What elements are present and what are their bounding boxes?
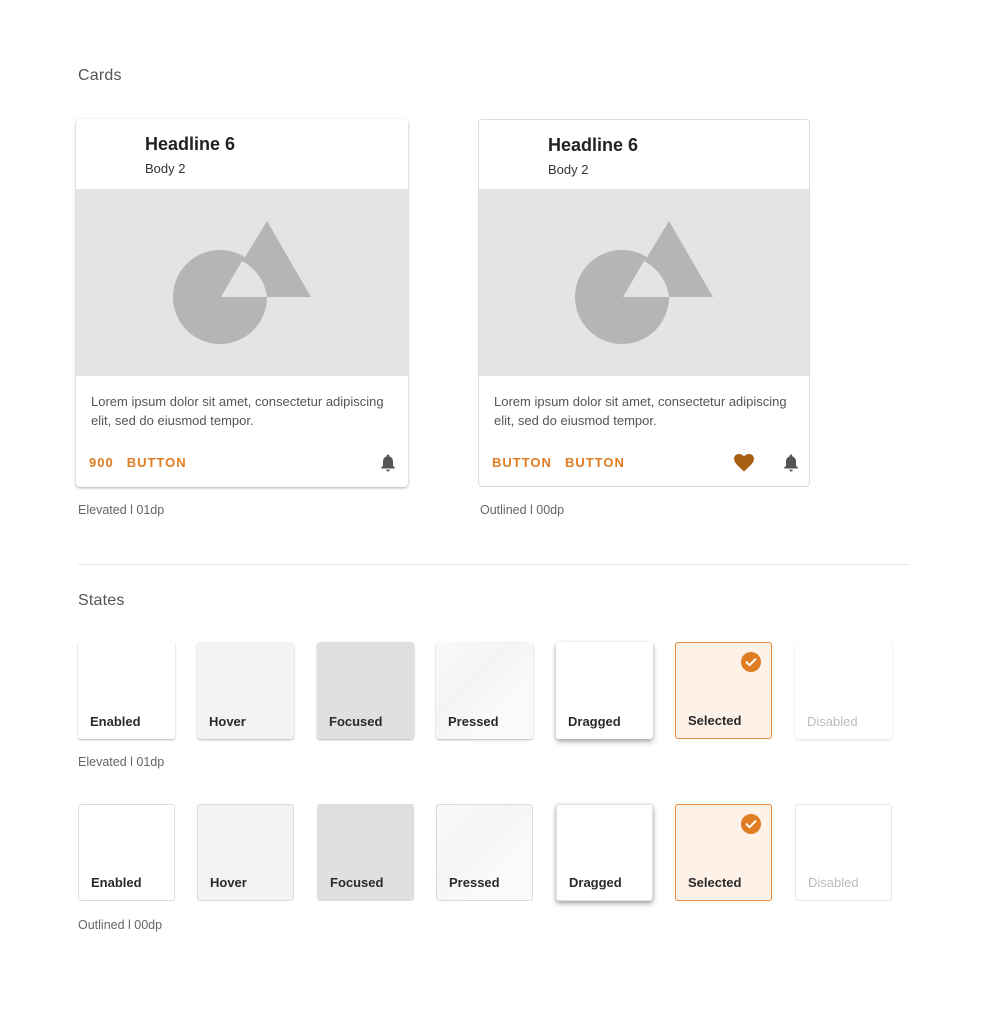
tile-label: Focused [330, 875, 384, 890]
heart-icon[interactable] [734, 453, 754, 473]
row-caption: Elevated l 01dp [78, 755, 165, 769]
card-supporting-text: Lorem ipsum dolor sit amet, consectetur … [494, 394, 787, 428]
check-circle-icon [741, 652, 761, 672]
card-supporting-text: Lorem ipsum dolor sit amet, consectetur … [91, 394, 384, 428]
card-caption: Outlined l 00dp [480, 503, 565, 517]
state-tile-selected[interactable]: Selected [675, 642, 772, 739]
tile-label: Enabled [91, 875, 142, 890]
tile-label: Focused [329, 714, 383, 729]
tile-label: Enabled [90, 714, 141, 729]
tile-label: Disabled [807, 714, 858, 729]
tile-label: Selected [688, 875, 742, 890]
state-tile-disabled: Disabled [795, 804, 892, 901]
row-caption: Outlined l 00dp [78, 918, 163, 932]
section-divider [78, 564, 910, 565]
states-section-title: States [78, 592, 125, 609]
card-media [479, 189, 809, 376]
state-tile-enabled[interactable]: Enabled [78, 804, 175, 901]
action-button[interactable]: BUTTON [492, 455, 552, 470]
tile-label: Pressed [449, 875, 500, 890]
card-body: Body 2 [548, 162, 589, 177]
elevated-card[interactable]: Headline 6 Body 2 Lorem ipsum dolor sit … [76, 119, 408, 487]
image-placeholder-icon [575, 221, 713, 344]
state-tile-dragged[interactable]: Dragged [556, 804, 653, 901]
card-body: Body 2 [145, 161, 186, 176]
state-tile-hover[interactable]: Hover [197, 804, 294, 901]
state-tile-dragged[interactable]: Dragged [556, 642, 653, 739]
tile-label: Disabled [808, 875, 859, 890]
state-tile-focused[interactable]: Focused [317, 642, 414, 739]
card-media [76, 189, 408, 376]
state-tile-focused[interactable]: Focused [317, 804, 414, 901]
cards-section-title: Cards [78, 67, 122, 84]
check-circle-icon [741, 814, 761, 834]
card-actions: 900 BUTTON [89, 455, 187, 470]
tile-label: Selected [688, 713, 742, 728]
card-caption: Elevated l 01dp [78, 503, 165, 517]
state-tile-pressed[interactable]: Pressed [436, 804, 533, 901]
bell-icon[interactable] [781, 453, 801, 473]
state-tile-selected[interactable]: Selected [675, 804, 772, 901]
tile-label: Pressed [448, 714, 499, 729]
card-actions: BUTTON BUTTON [492, 455, 625, 470]
state-tile-disabled: Disabled [795, 642, 892, 739]
image-placeholder-icon [173, 221, 311, 344]
card-headline: Headline 6 [548, 135, 639, 155]
state-tile-pressed[interactable]: Pressed [436, 642, 533, 739]
tile-label: Hover [210, 875, 247, 890]
card-headline: Headline 6 [145, 134, 236, 154]
action-button[interactable]: BUTTON [127, 455, 187, 470]
tile-label: Dragged [568, 714, 621, 729]
state-tile-enabled[interactable]: Enabled [78, 642, 175, 739]
tile-label: Dragged [569, 875, 622, 890]
state-tile-hover[interactable]: Hover [197, 642, 294, 739]
action-button-900[interactable]: 900 [89, 455, 114, 470]
action-button[interactable]: BUTTON [565, 455, 625, 470]
outlined-card[interactable]: Headline 6 Body 2 Lorem ipsum dolor sit … [478, 119, 810, 487]
bell-icon[interactable] [378, 453, 398, 473]
tile-label: Hover [209, 714, 246, 729]
